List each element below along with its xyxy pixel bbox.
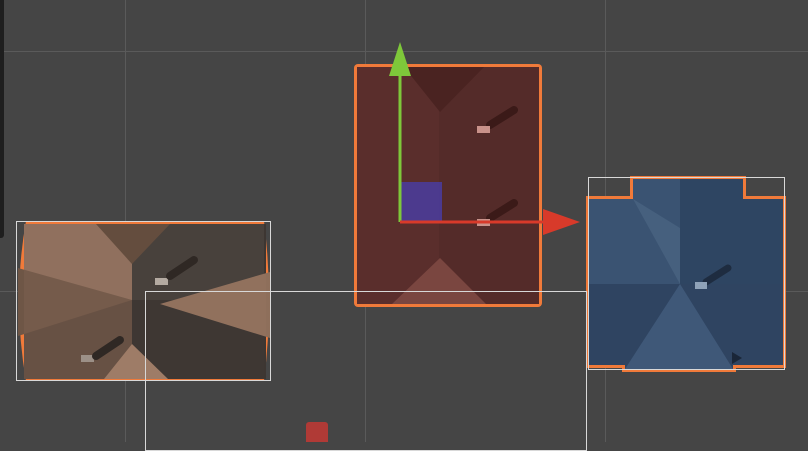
right-room-marker xyxy=(695,282,707,289)
red-handle[interactable] xyxy=(306,422,328,442)
scene-viewport[interactable] xyxy=(0,0,808,451)
move-arrow-y-icon[interactable] xyxy=(389,42,411,76)
left-room-tint xyxy=(24,224,266,379)
plane-handle-icon[interactable] xyxy=(401,182,442,222)
move-arrow-x-icon[interactable] xyxy=(543,209,580,235)
right-room-panel xyxy=(680,179,783,284)
center-room-sprite[interactable] xyxy=(354,64,542,307)
center-room-marker xyxy=(477,126,490,133)
scene-sprites xyxy=(18,42,786,381)
left-room-sprite[interactable] xyxy=(18,221,270,381)
right-room-sprite[interactable] xyxy=(586,176,786,372)
